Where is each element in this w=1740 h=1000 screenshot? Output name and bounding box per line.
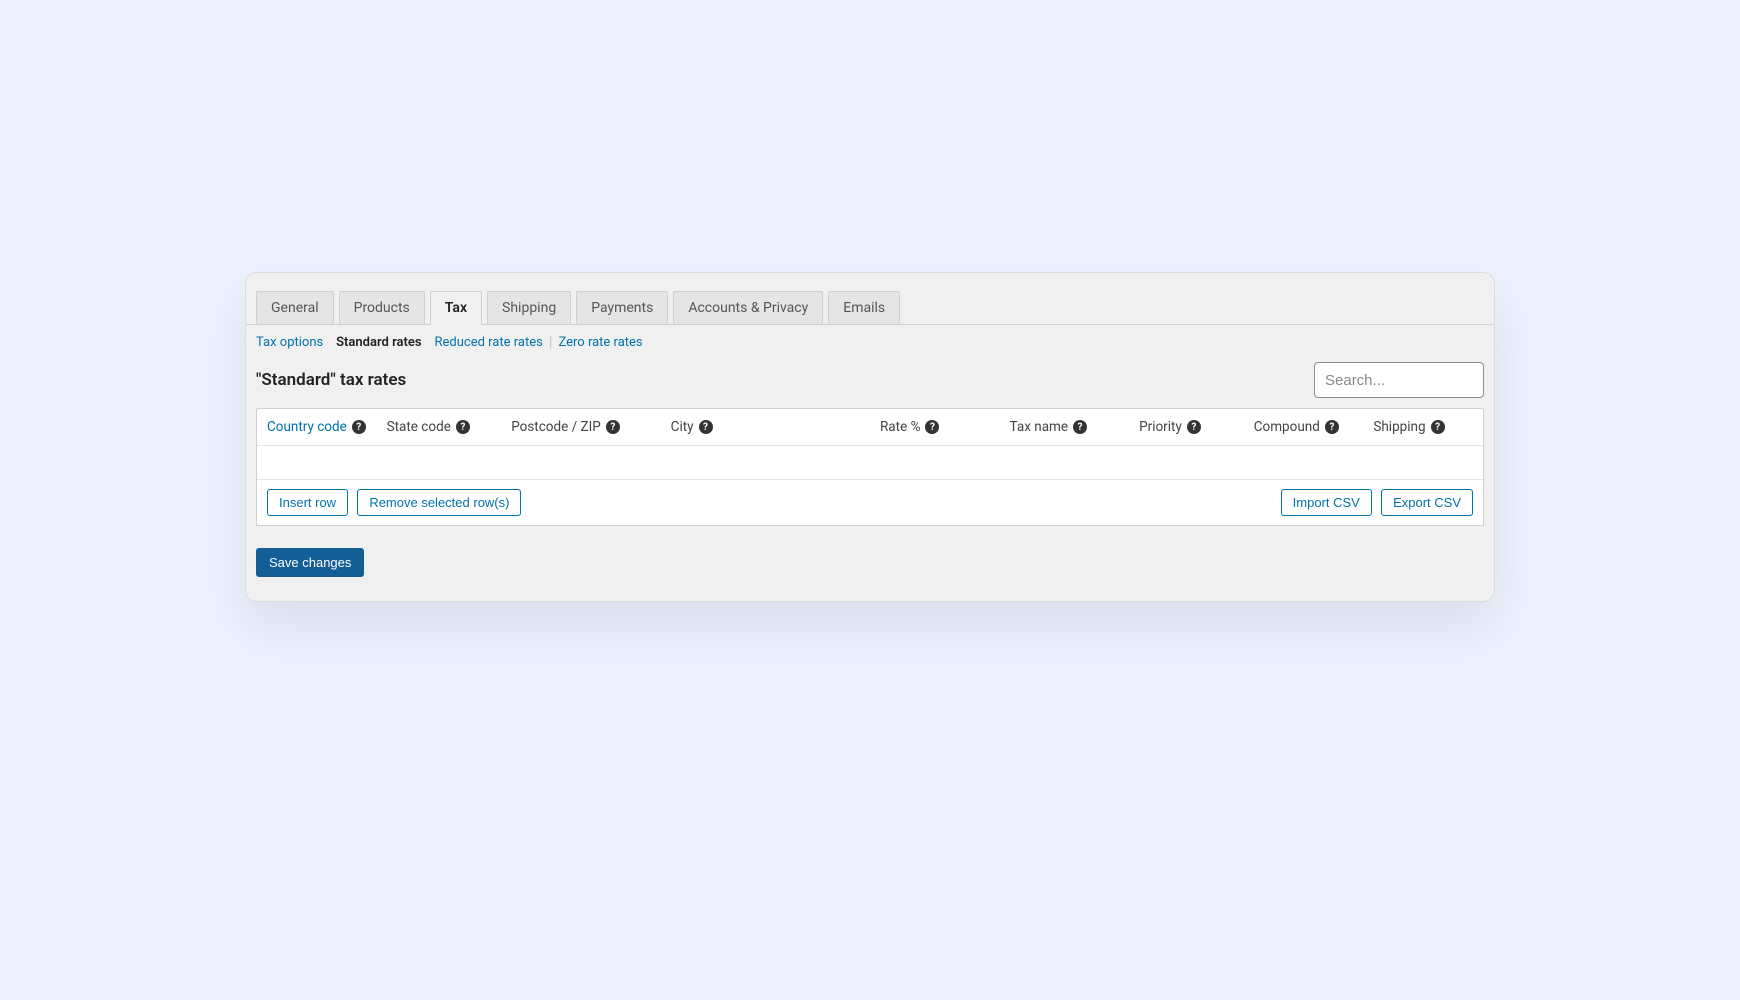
search-input[interactable] (1314, 362, 1484, 398)
tab-shipping[interactable]: Shipping (487, 291, 571, 324)
help-icon[interactable]: ? (1187, 420, 1201, 434)
subnav-separator: | (549, 335, 552, 350)
col-zip: Postcode / ZIP ? (511, 419, 670, 435)
col-state-label: State code (387, 419, 451, 435)
subnav-reduced-rates[interactable]: Reduced rate rates (434, 335, 542, 350)
export-csv-button[interactable]: Export CSV (1381, 489, 1473, 516)
subnav-standard-rates[interactable]: Standard rates (336, 335, 421, 350)
help-icon[interactable]: ? (1325, 420, 1339, 434)
col-shipping: Shipping ? (1373, 419, 1473, 435)
col-city-label: City (671, 419, 694, 435)
col-city: City ? (671, 419, 880, 435)
table-empty-row (257, 446, 1483, 480)
col-compound: Compound ? (1254, 419, 1374, 435)
tab-general[interactable]: General (256, 291, 334, 324)
col-state: State code ? (387, 419, 512, 435)
settings-panel: General Products Tax Shipping Payments A… (245, 272, 1495, 602)
footer-left: Insert row Remove selected row(s) (267, 489, 521, 516)
remove-rows-button[interactable]: Remove selected row(s) (357, 489, 521, 516)
page-title: "Standard" tax rates (256, 370, 406, 390)
tab-accounts-privacy[interactable]: Accounts & Privacy (673, 291, 823, 324)
help-icon[interactable]: ? (456, 420, 470, 434)
tab-products[interactable]: Products (339, 291, 425, 324)
insert-row-button[interactable]: Insert row (267, 489, 348, 516)
col-priority-label: Priority (1139, 419, 1182, 435)
tab-tax[interactable]: Tax (430, 291, 482, 325)
help-icon[interactable]: ? (1073, 420, 1087, 434)
col-taxname-label: Tax name (1010, 419, 1069, 435)
tab-payments[interactable]: Payments (576, 291, 668, 324)
help-icon[interactable]: ? (699, 420, 713, 434)
col-priority: Priority ? (1139, 419, 1254, 435)
col-shipping-label: Shipping (1373, 419, 1425, 435)
help-icon[interactable]: ? (606, 420, 620, 434)
import-csv-button[interactable]: Import CSV (1281, 489, 1372, 516)
help-icon[interactable]: ? (352, 420, 366, 434)
help-icon[interactable]: ? (1431, 420, 1445, 434)
subnav-tax-options[interactable]: Tax options (256, 335, 323, 350)
col-compound-label: Compound (1254, 419, 1320, 435)
col-country[interactable]: Country code ? (267, 419, 387, 435)
tax-subnav: Tax options Standard rates Reduced rate … (246, 325, 1494, 356)
rates-table: Country code ? State code ? Postcode / Z… (256, 408, 1484, 526)
settings-tabs: General Products Tax Shipping Payments A… (246, 273, 1494, 325)
table-footer: Insert row Remove selected row(s) Import… (257, 480, 1483, 525)
table-header: Country code ? State code ? Postcode / Z… (257, 409, 1483, 446)
col-zip-label: Postcode / ZIP (511, 419, 601, 435)
subnav-zero-rates[interactable]: Zero rate rates (558, 335, 642, 350)
col-taxname: Tax name ? (1010, 419, 1140, 435)
col-country-label: Country code (267, 419, 347, 435)
tab-emails[interactable]: Emails (828, 291, 900, 324)
footer-right: Import CSV Export CSV (1281, 489, 1473, 516)
help-icon[interactable]: ? (925, 420, 939, 434)
save-changes-button[interactable]: Save changes (256, 548, 364, 577)
title-row: "Standard" tax rates (246, 356, 1494, 408)
col-rate: Rate % ? (880, 419, 1010, 435)
col-rate-label: Rate % (880, 419, 920, 435)
